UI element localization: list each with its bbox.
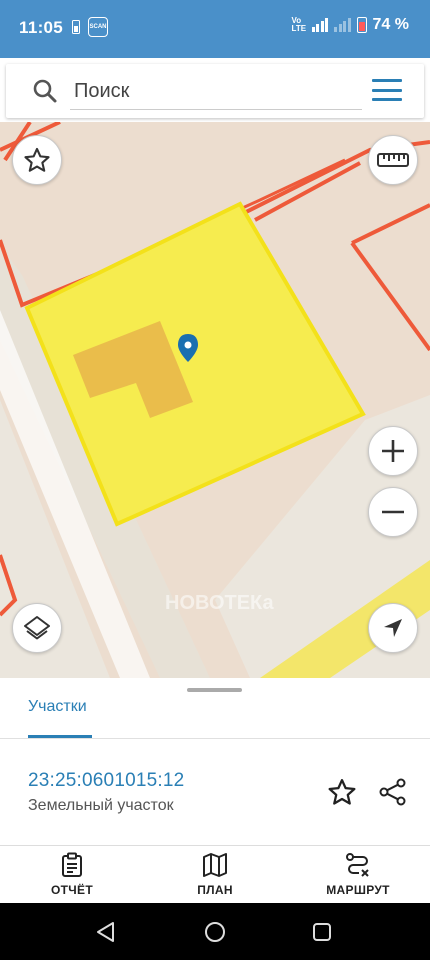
- zoom-in-button[interactable]: [368, 426, 418, 476]
- nav-plan[interactable]: ПЛАН: [155, 852, 275, 897]
- search-bar: [6, 64, 424, 118]
- layers-button[interactable]: [12, 603, 62, 653]
- signal-icon: [311, 18, 329, 32]
- status-bar: 11:05 SCAN Vo LTE 74 %: [0, 0, 430, 58]
- star-icon[interactable]: [327, 777, 357, 807]
- minus-icon: [382, 510, 404, 514]
- ruler-icon: [377, 153, 409, 167]
- map-icon: [203, 853, 227, 877]
- nav-report[interactable]: ОТЧЁТ: [12, 852, 132, 897]
- battery-icon: [356, 17, 367, 33]
- route-icon: [346, 853, 369, 877]
- navigation-arrow-icon: [384, 619, 402, 637]
- star-icon: [24, 147, 50, 172]
- share-icon[interactable]: [378, 777, 408, 807]
- map-view[interactable]: НОВОТЕКа: [0, 122, 430, 678]
- search-icon[interactable]: [32, 78, 58, 104]
- zoom-out-button[interactable]: [368, 487, 418, 537]
- status-left-icons: SCAN: [72, 17, 108, 37]
- ruler-button[interactable]: [368, 135, 418, 185]
- parcel-type: Земельный участок: [28, 797, 174, 814]
- my-location-button[interactable]: [368, 603, 418, 653]
- layers-icon: [24, 616, 50, 640]
- favorites-map-button[interactable]: [12, 135, 62, 185]
- report-icon: [62, 852, 82, 877]
- bottom-nav: ОТЧЁТ ПЛАН МАРШРУТ: [0, 845, 430, 903]
- nav-route[interactable]: МАРШРУТ: [298, 852, 418, 897]
- scan-app-icon: SCAN: [88, 17, 108, 37]
- status-right: Vo LTE 74 %: [292, 16, 409, 34]
- signal-2-icon: [334, 18, 351, 32]
- tab-divider: [0, 738, 430, 739]
- back-icon[interactable]: [95, 921, 117, 943]
- nav-report-label: ОТЧЁТ: [51, 883, 93, 897]
- battery-percent: 74 %: [372, 16, 409, 33]
- volte-icon: Vo LTE: [291, 16, 307, 33]
- battery-saver-icon: [72, 20, 80, 34]
- home-icon[interactable]: [204, 921, 226, 943]
- menu-icon[interactable]: [372, 79, 402, 103]
- plus-icon: [382, 440, 404, 462]
- search-input[interactable]: [70, 74, 362, 110]
- sheet-drag-handle[interactable]: [187, 688, 242, 692]
- status-time: 11:05: [19, 18, 64, 37]
- recents-icon[interactable]: [312, 922, 332, 942]
- nav-plan-label: ПЛАН: [197, 883, 233, 897]
- nav-route-label: МАРШРУТ: [326, 883, 390, 897]
- map-watermark: НОВОТЕКа: [165, 592, 274, 614]
- system-nav-bar: [0, 903, 430, 960]
- cadastral-number[interactable]: 23:25:0601015:12: [28, 770, 184, 792]
- parcel-sheet: Участки 23:25:0601015:12 Земельный участ…: [0, 678, 430, 845]
- tab-parcels[interactable]: Участки: [28, 698, 87, 738]
